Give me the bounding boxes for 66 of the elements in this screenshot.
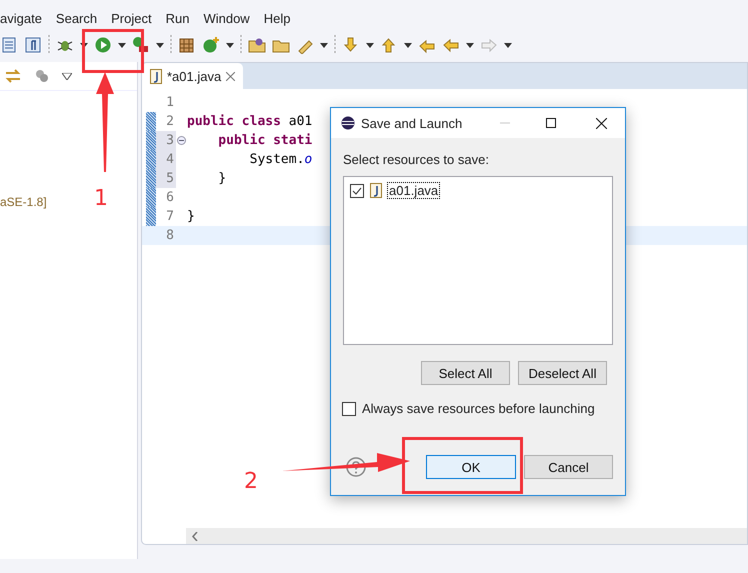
arrow-down-icon[interactable] [342,36,360,54]
code-line: System.o [248,152,312,167]
code-line: public class a01 [187,114,312,129]
menu-item[interactable]: Help [264,10,290,26]
step-number: 1 [94,186,108,211]
circles-icon[interactable] [34,68,50,84]
close-icon [226,72,236,80]
code-line: } [217,171,226,186]
line-number: 3 [156,131,176,150]
view-menu-icon[interactable] [62,72,72,80]
dropdown-caret-icon[interactable] [504,42,512,48]
arrow-left-icon[interactable] [442,36,460,54]
java-file-icon [150,68,162,84]
dropdown-caret-icon[interactable] [118,42,126,48]
menu-item[interactable]: Run [166,10,190,26]
step-number: 2 [244,469,258,494]
cancel-button[interactable]: Cancel [524,455,613,479]
sync-arrows-icon[interactable] [4,68,22,84]
checkbox[interactable] [350,184,364,198]
line-number: 1 [165,94,175,112]
line-number: 6 [165,189,175,207]
deselect-all-button[interactable]: Deselect All [518,361,607,385]
dialog-title: Save and Launch [361,116,464,130]
ok-button[interactable]: OK [426,455,516,479]
help-icon[interactable] [346,457,366,477]
folder-icon[interactable] [248,36,266,54]
prompt-label: Select resources to save: [343,152,490,167]
document-icon[interactable] [0,36,18,54]
dropdown-caret-icon[interactable] [226,42,234,48]
grid-package-icon[interactable] [178,36,196,54]
dropdown-caret-icon[interactable] [366,42,374,48]
toolbar-separator-icon [170,35,172,55]
dropdown-caret-icon[interactable] [466,42,474,48]
checkbox-label[interactable]: Always save resources before launching [362,401,595,416]
scroll-left-icon[interactable] [192,532,198,540]
maximize-icon[interactable] [546,118,556,128]
toolbar-separator-icon [240,35,242,55]
code-line: } [187,209,195,224]
toolbar-separator-icon [334,35,336,55]
project-label: aSE-1.8] [0,195,47,209]
highlight-frame [82,29,144,73]
line-number: 2 [165,113,175,131]
arrow-up-icon[interactable] [380,36,398,54]
dropdown-caret-icon[interactable] [156,42,164,48]
line-number: 8 [165,227,175,245]
menu-item[interactable]: Window [203,10,250,26]
line-number: 4 [156,150,176,169]
code-line: public stati [217,133,312,148]
dropdown-caret-icon[interactable] [404,42,412,48]
select-all-button[interactable]: Select All [421,361,510,385]
editor-tab[interactable]: *a01.java [142,63,244,89]
close-icon[interactable] [596,118,607,128]
java-file-icon [370,183,382,198]
eclipse-logo-icon [341,116,355,130]
file-item[interactable]: a01.java [388,183,440,198]
menu-item[interactable]: Search [56,10,98,26]
play-icon[interactable] [94,36,112,54]
collapse-icon[interactable] [177,136,186,145]
menu-item[interactable]: avigate [0,10,42,26]
line-number: 5 [156,169,176,188]
checkbox[interactable] [342,402,356,416]
dropdown-caret-icon[interactable] [320,42,328,48]
line-number: 7 [165,208,175,226]
pilcrow-icon[interactable] [24,36,42,54]
toolbar-separator-icon [48,35,50,55]
menu-item[interactable]: Project [111,10,152,26]
